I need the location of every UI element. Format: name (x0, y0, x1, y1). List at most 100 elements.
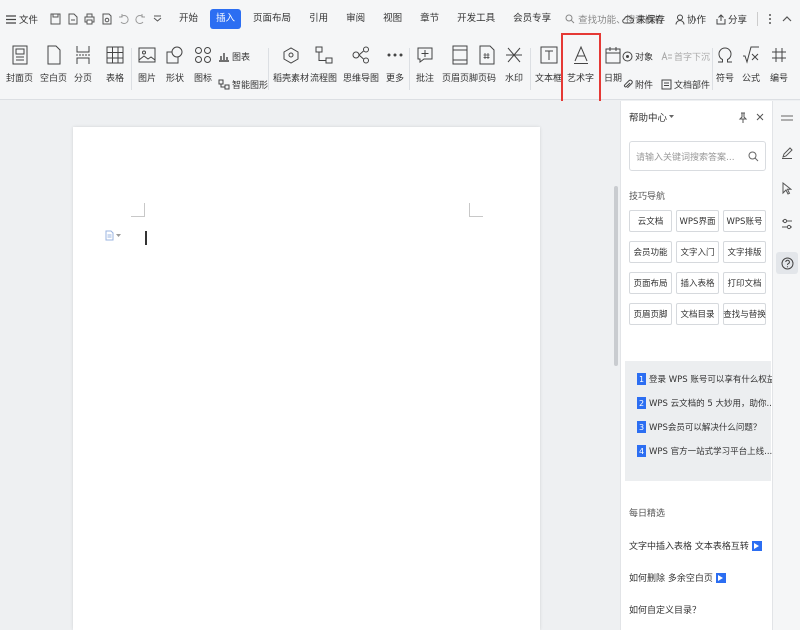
object-button[interactable]: 对象 (622, 50, 653, 63)
adjust-icon[interactable] (780, 217, 794, 231)
tip-chip[interactable]: 文档目录 (676, 303, 719, 325)
stock-material-button[interactable]: 稻壳素材 (273, 44, 309, 84)
faq-item[interactable]: 1 登录 WPS 账号可以享有什么权益 (637, 373, 775, 385)
daily-pick-text: 如何自定义目录？ (629, 606, 702, 616)
cursor-select-icon[interactable] (780, 181, 794, 195)
tip-chip[interactable]: 查找与替换 (723, 303, 766, 325)
chart-button[interactable]: 图表 (218, 50, 250, 63)
tab-sections[interactable]: 章节 (414, 9, 445, 29)
shape-button[interactable]: 形状 (164, 44, 186, 84)
picture-button[interactable]: 图片 (136, 44, 158, 84)
tab-insert[interactable]: 插入 (210, 9, 242, 29)
symbol-label: 符号 (715, 74, 734, 84)
cover-page-button[interactable]: 封面页 (6, 44, 33, 84)
shape-icon (166, 46, 183, 64)
more-button[interactable]: 更多 (384, 44, 406, 84)
numbering-button[interactable]: 编号 (768, 44, 790, 84)
chart-label: 图表 (232, 53, 251, 63)
collab-label: 协作 (686, 15, 706, 26)
blank-page-button[interactable]: 空白页 (40, 44, 67, 84)
tab-page-layout[interactable]: 页面布局 (247, 9, 297, 29)
tab-home[interactable]: 开始 (173, 9, 204, 29)
search-icon[interactable] (748, 151, 759, 162)
paragraph-handle[interactable] (105, 230, 121, 241)
daily-pick-item[interactable]: 文字中插入表格 文本表格互转 (629, 539, 762, 552)
customize-toolbar-icon[interactable] (152, 13, 163, 25)
help-search-input[interactable]: 请输入关键词搜索答案... (629, 141, 766, 171)
faq-number: 4 (637, 445, 646, 457)
date-button[interactable]: 日期 (602, 44, 624, 84)
tab-member[interactable]: 会员专享 (507, 9, 557, 29)
tip-chip[interactable]: 页面布局 (629, 272, 672, 294)
faq-item[interactable]: 4 WPS 官方一站式学习平台上线... (637, 445, 775, 457)
tab-developer[interactable]: 开发工具 (451, 9, 501, 29)
flowchart-button[interactable]: 流程图 (310, 44, 337, 84)
document-workspace[interactable] (0, 101, 620, 630)
tip-chip[interactable]: 插入表格 (676, 272, 719, 294)
rail-collapse-icon[interactable] (780, 111, 794, 125)
numbering-label: 编号 (769, 74, 788, 84)
daily-pick-item[interactable]: 如何自定义目录？ (629, 603, 762, 616)
text-cursor (145, 231, 147, 245)
header-footer-button[interactable]: 页眉页脚 (442, 44, 478, 84)
file-menu-button[interactable]: 文件 (0, 8, 44, 30)
tip-chip[interactable]: 云文档 (629, 210, 672, 232)
faq-number: 1 (637, 373, 646, 385)
collab-button[interactable]: 协作 (675, 12, 706, 26)
unsaved-button[interactable]: 未保存 (622, 12, 665, 26)
save-icon[interactable] (50, 13, 61, 25)
more-options-icon[interactable] (768, 13, 772, 25)
collapse-ribbon-icon[interactable] (782, 15, 792, 23)
redo-icon[interactable] (135, 13, 146, 25)
tip-chip[interactable]: 页眉页脚 (629, 303, 672, 325)
faq-item[interactable]: 2 WPS 云文档的 5 大妙用，助你... (637, 397, 775, 409)
export-pdf-icon[interactable] (67, 13, 78, 25)
scrollbar-thumb[interactable] (614, 186, 618, 366)
margin-corner-top-right (469, 203, 483, 217)
tab-references[interactable]: 引用 (303, 9, 334, 29)
pin-icon[interactable] (738, 112, 748, 123)
tip-chip[interactable]: WPS账号 (723, 210, 766, 232)
attachment-button[interactable]: 附件 (622, 78, 653, 91)
dropcap-button[interactable]: 首字下沉 (661, 50, 710, 63)
watermark-button[interactable]: 水印 (503, 44, 525, 84)
table-button[interactable]: 表格 (104, 44, 126, 84)
tip-chip[interactable]: 会员功能 (629, 241, 672, 263)
watermark-label: 水印 (504, 74, 523, 84)
pen-icon[interactable] (780, 145, 794, 159)
separator (712, 48, 713, 90)
tip-chip[interactable]: 文字排版 (723, 241, 766, 263)
insert-ribbon: 封面页 空白页 分页 表格 图片 形状 图标 图表 智能图形 稻壳素材 流程图 (0, 38, 800, 100)
close-icon[interactable] (756, 113, 764, 121)
page-break-button[interactable]: 分页 (72, 44, 94, 84)
print-icon[interactable] (84, 13, 95, 25)
textbox-button[interactable]: 文本框 (535, 44, 562, 84)
object-label: 对象 (635, 53, 654, 63)
tip-chip[interactable]: WPS界面 (676, 210, 719, 232)
doc-parts-button[interactable]: 文档部件 (661, 78, 710, 91)
help-center-title-dropdown[interactable]: 帮助中心 (629, 110, 675, 124)
smartart-button[interactable]: 智能图形 (218, 78, 268, 91)
vertical-scrollbar[interactable] (612, 101, 620, 630)
formula-button[interactable]: 公式 (740, 44, 762, 84)
page-number-button[interactable]: 页码 (476, 44, 498, 84)
faq-item[interactable]: 3 WPS会员可以解决什么问题？ (637, 421, 775, 433)
icons-button[interactable]: 图标 (192, 44, 214, 84)
share-button[interactable]: 分享 (716, 12, 747, 26)
undo-icon[interactable] (118, 13, 129, 25)
faq-text: WPS 云文档的 5 大妙用，助你... (649, 399, 775, 409)
comment-button[interactable]: 批注 (414, 44, 436, 84)
help-icon[interactable] (776, 252, 798, 274)
symbol-button[interactable]: 符号 (714, 44, 736, 84)
faq-text: WPS会员可以解决什么问题？ (649, 423, 762, 433)
daily-pick-item[interactable]: 如何删除 多余空白页 (629, 571, 762, 584)
tab-view[interactable]: 视图 (377, 9, 408, 29)
table-icon (106, 46, 124, 64)
tab-review[interactable]: 审阅 (340, 9, 371, 29)
mindmap-label: 思维导图 (343, 74, 380, 84)
play-icon (715, 572, 726, 583)
tip-chip[interactable]: 打印文档 (723, 272, 766, 294)
print-preview-icon[interactable] (101, 13, 112, 25)
tip-chip[interactable]: 文字入门 (676, 241, 719, 263)
mindmap-button[interactable]: 思维导图 (343, 44, 379, 84)
